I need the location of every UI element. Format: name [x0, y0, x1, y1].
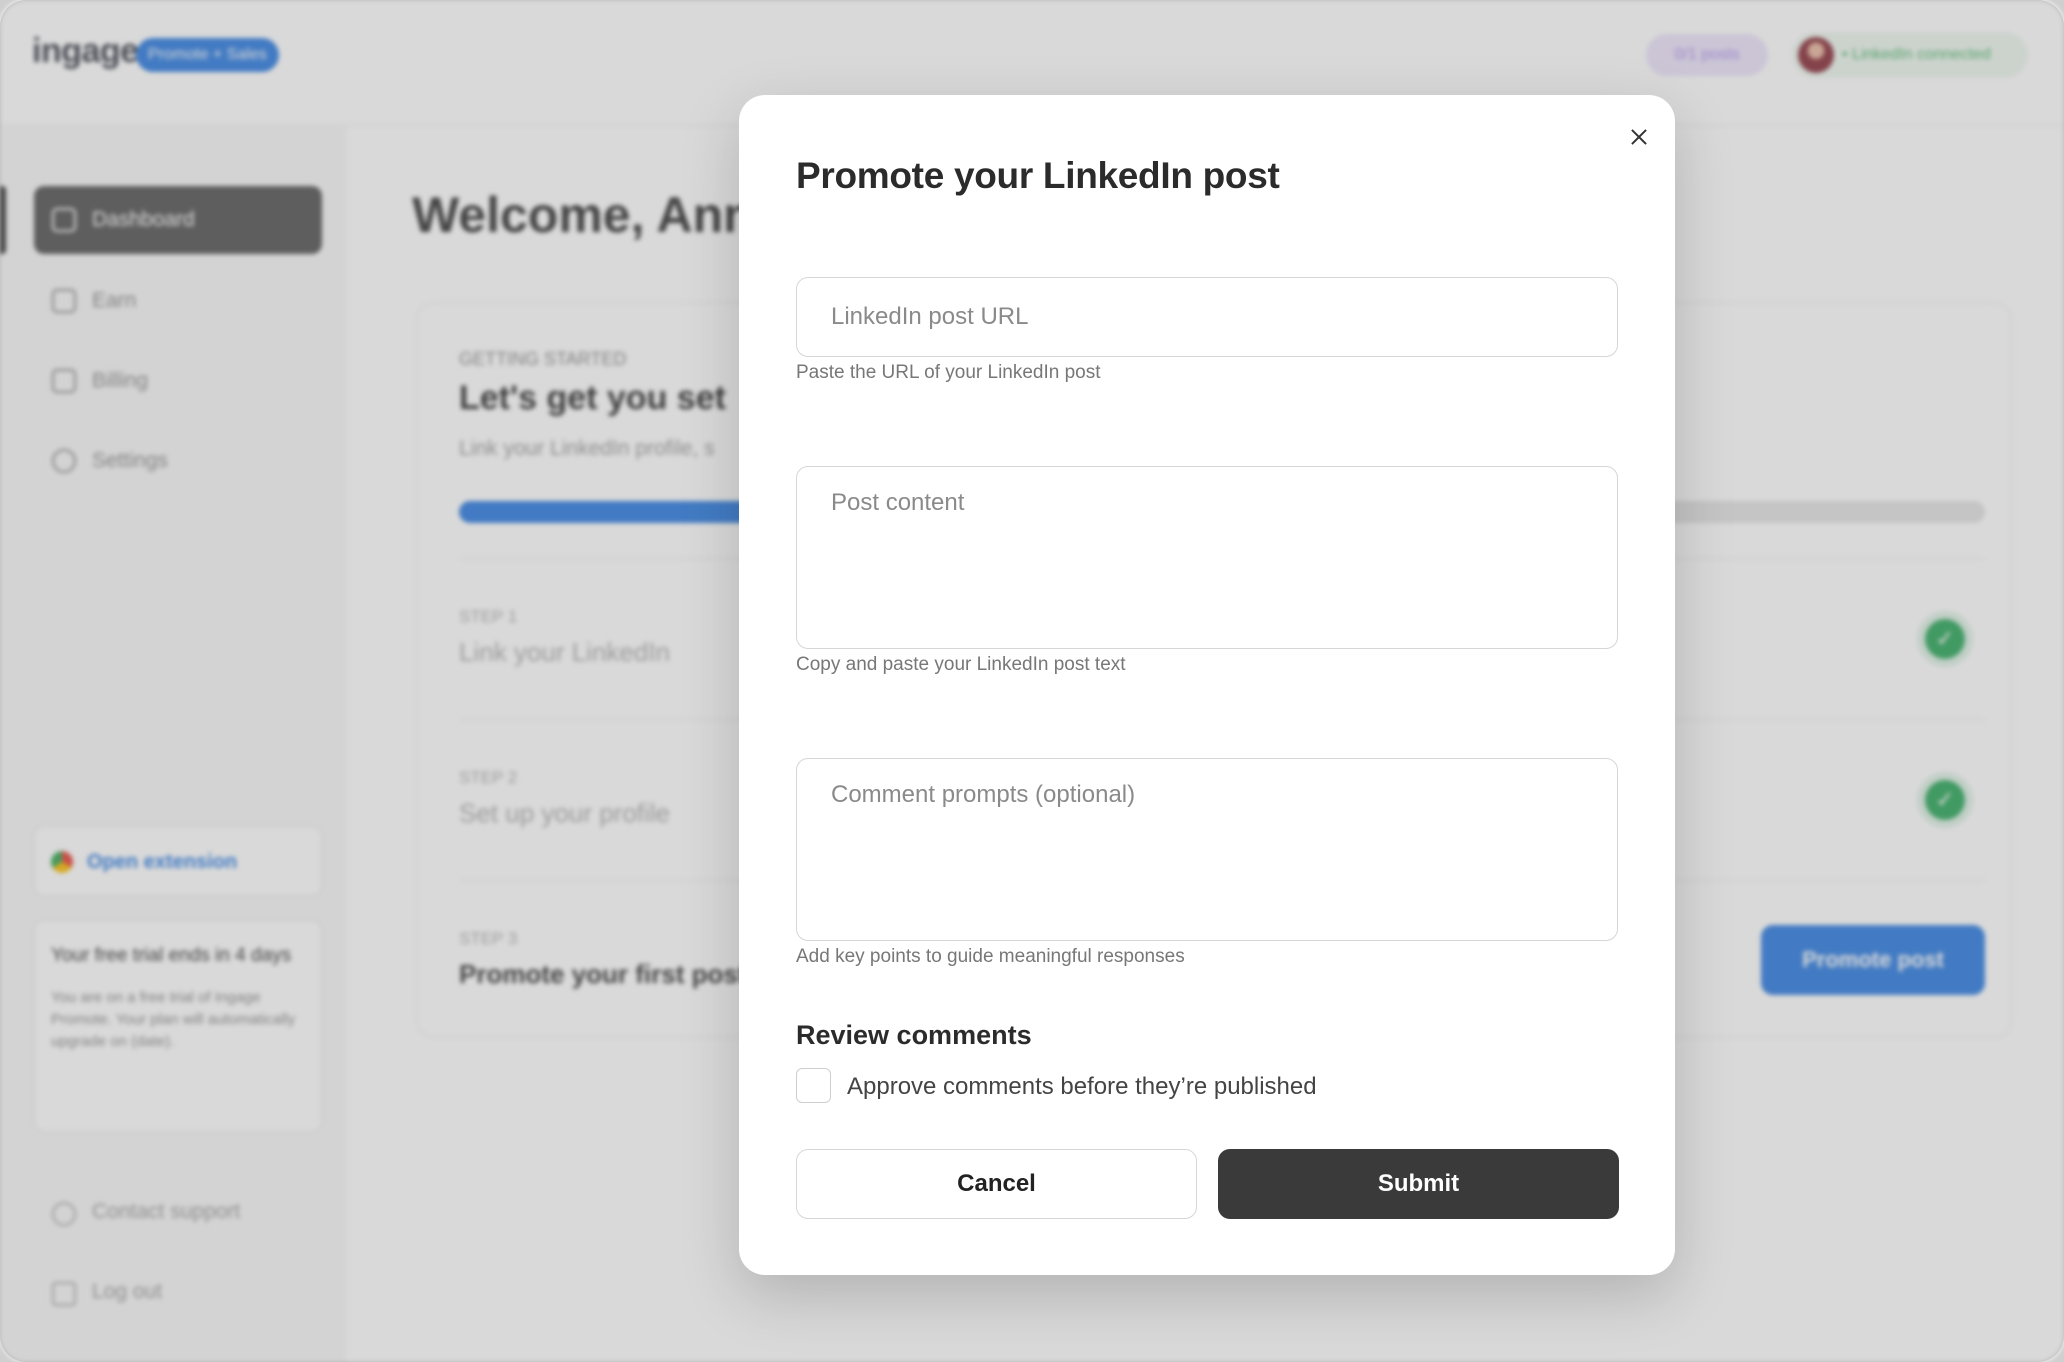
- close-icon[interactable]: [1621, 119, 1657, 155]
- approve-comments-label[interactable]: Approve comments before they’re publishe…: [847, 1073, 1317, 1101]
- promote-post-modal: Promote your LinkedIn post Paste the URL…: [739, 95, 1675, 1275]
- prompts-hint: Add key points to guide meaningful respo…: [796, 946, 1185, 967]
- review-comments-heading: Review comments: [796, 1020, 1032, 1050]
- comment-prompts-input[interactable]: [796, 758, 1618, 941]
- submit-button[interactable]: Submit: [1218, 1149, 1619, 1219]
- url-hint: Paste the URL of your LinkedIn post: [796, 362, 1101, 383]
- linkedin-url-input[interactable]: [796, 277, 1618, 357]
- cancel-button[interactable]: Cancel: [796, 1149, 1197, 1219]
- approve-comments-checkbox[interactable]: [796, 1068, 831, 1103]
- post-content-input[interactable]: [796, 466, 1618, 649]
- modal-title: Promote your LinkedIn post: [796, 155, 1280, 196]
- content-hint: Copy and paste your LinkedIn post text: [796, 654, 1126, 675]
